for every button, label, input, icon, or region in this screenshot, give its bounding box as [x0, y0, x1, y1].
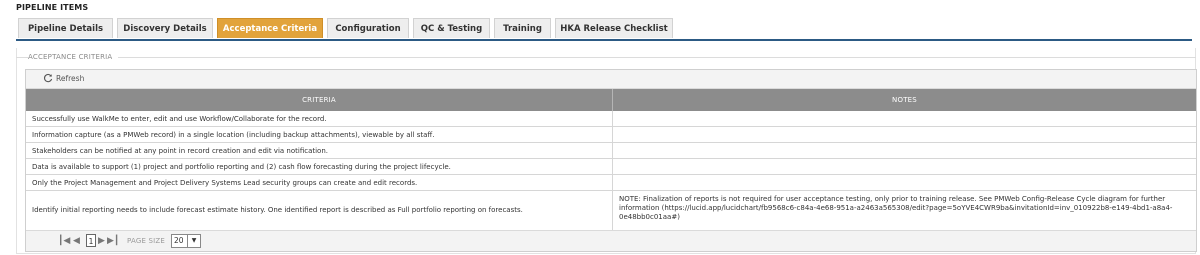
table-row[interactable]: Stakeholders can be notified at any poin…: [26, 143, 1196, 159]
criteria-cell: Identify initial reporting needs to incl…: [32, 206, 523, 214]
last-page-icon[interactable]: ▶┃: [107, 236, 119, 246]
refresh-button[interactable]: Refresh: [43, 73, 84, 83]
column-divider: [612, 191, 613, 230]
grid-pager: ┃◀ ◀ 1 ▶ ▶┃ PAGE SIZE 20 ▼: [26, 230, 1196, 251]
tab-bar: Pipeline Details Discovery Details Accep…: [18, 18, 677, 39]
page-title: PIPELINE ITEMS: [16, 3, 89, 12]
current-page-number[interactable]: 1: [86, 234, 96, 247]
column-divider: [612, 159, 613, 174]
column-divider: [612, 127, 613, 142]
criteria-cell: Successfully use WalkMe to enter, edit a…: [32, 115, 327, 123]
table-row[interactable]: Only the Project Management and Project …: [26, 175, 1196, 191]
table-row[interactable]: Successfully use WalkMe to enter, edit a…: [26, 111, 1196, 127]
page-size-value: 20: [174, 236, 184, 245]
tab-hka-release-checklist[interactable]: HKA Release Checklist: [555, 18, 673, 38]
criteria-grid: Refresh CRITERIA NOTES Successfully use …: [25, 69, 1197, 252]
prev-page-icon[interactable]: ◀: [73, 236, 80, 246]
criteria-cell: Stakeholders can be notified at any poin…: [32, 147, 328, 155]
refresh-label: Refresh: [56, 73, 85, 83]
tab-training[interactable]: Training: [494, 18, 551, 38]
column-header-notes[interactable]: NOTES: [613, 89, 1196, 111]
section-divider: [16, 57, 1196, 58]
tab-qc-testing[interactable]: QC & Testing: [413, 18, 490, 38]
criteria-cell: Data is available to support (1) project…: [32, 163, 451, 171]
notes-cell: NOTE: Finalization of reports is not req…: [619, 195, 1173, 221]
tab-pipeline-details[interactable]: Pipeline Details: [18, 18, 113, 38]
refresh-icon: [43, 73, 53, 83]
table-row[interactable]: Information capture (as a PMWeb record) …: [26, 127, 1196, 143]
criteria-cell: Only the Project Management and Project …: [32, 179, 418, 187]
column-header-criteria[interactable]: CRITERIA: [26, 89, 612, 111]
tab-acceptance-criteria[interactable]: Acceptance Criteria: [217, 18, 323, 38]
header-divider: [612, 89, 613, 111]
column-divider: [612, 143, 613, 158]
criteria-cell: Information capture (as a PMWeb record) …: [32, 131, 435, 139]
grid-toolbar: Refresh: [26, 70, 1196, 89]
tab-configuration[interactable]: Configuration: [327, 18, 409, 38]
page-size-select[interactable]: 20 ▼: [171, 234, 201, 248]
page-size-label: PAGE SIZE: [127, 237, 166, 245]
chevron-down-icon: ▼: [187, 235, 200, 247]
column-divider: [612, 175, 613, 190]
grid-header: CRITERIA NOTES: [26, 89, 1196, 111]
tab-underline: [16, 39, 1192, 41]
section-title: ACCEPTANCE CRITERIA: [28, 53, 119, 61]
next-page-icon[interactable]: ▶: [98, 236, 105, 246]
tab-discovery-details[interactable]: Discovery Details: [117, 18, 213, 38]
table-row[interactable]: Data is available to support (1) project…: [26, 159, 1196, 175]
table-row[interactable]: Identify initial reporting needs to incl…: [26, 191, 1196, 230]
column-divider: [612, 111, 613, 126]
first-page-icon[interactable]: ┃◀: [58, 236, 70, 246]
